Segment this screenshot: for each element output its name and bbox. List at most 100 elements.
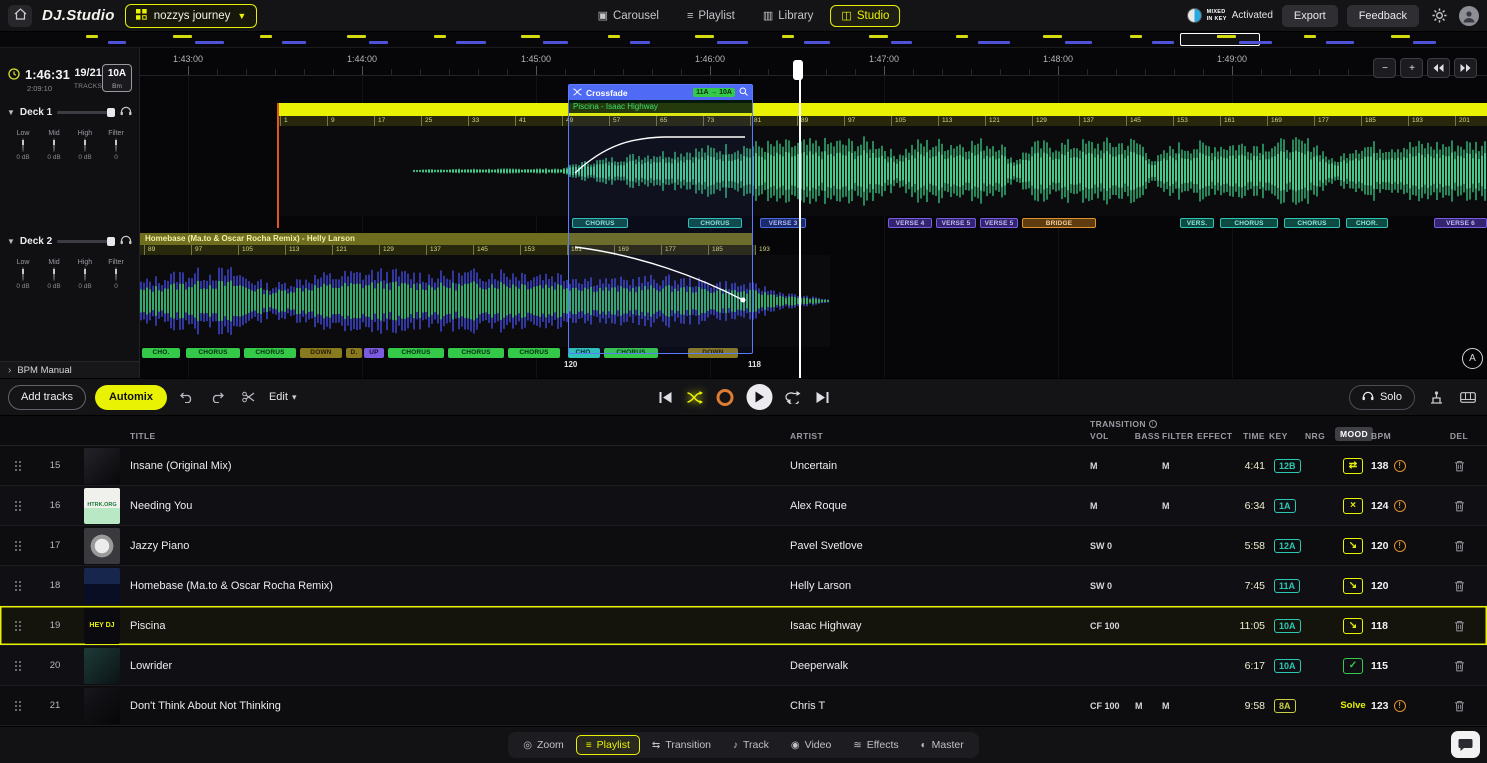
col-header-transition[interactable]: TRANSITION VOLBASS bbox=[1090, 419, 1162, 441]
feedback-button[interactable]: Feedback bbox=[1347, 5, 1419, 27]
eq-knob[interactable] bbox=[22, 138, 24, 152]
home-button[interactable] bbox=[8, 5, 32, 27]
dock-tab[interactable]: Zoom bbox=[513, 735, 574, 755]
filter-value[interactable]: M bbox=[1162, 701, 1197, 711]
timeline-ruler[interactable]: 1:43:001:44:001:45:001:46:001:47:001:48:… bbox=[140, 48, 1487, 76]
eq-knob[interactable] bbox=[115, 267, 117, 281]
bpm-warning-icon[interactable] bbox=[1394, 460, 1406, 472]
automix-transition-button[interactable] bbox=[686, 391, 703, 404]
drag-handle[interactable] bbox=[0, 700, 36, 712]
transition-vol-value[interactable]: SW 0 bbox=[1090, 581, 1135, 591]
timeline-minimap[interactable] bbox=[0, 32, 1487, 48]
col-header-filter[interactable]: FILTER bbox=[1162, 431, 1197, 441]
mood-icon[interactable]: ✓ bbox=[1343, 658, 1363, 674]
mood-icon[interactable]: × bbox=[1343, 498, 1363, 514]
delete-track-button[interactable] bbox=[1448, 575, 1470, 597]
bpm-manual-toggle[interactable]: › BPM Manual bbox=[0, 361, 139, 378]
deck2-volume-slider[interactable] bbox=[57, 240, 115, 243]
eq-knob[interactable] bbox=[53, 138, 55, 152]
undo-button[interactable] bbox=[176, 386, 198, 408]
playlist-row[interactable]: 17 Jazzy Piano Pavel Svetlove SW 0 5:58 … bbox=[0, 526, 1487, 566]
transition-vol-value[interactable]: M bbox=[1090, 461, 1135, 471]
export-button[interactable]: Export bbox=[1282, 5, 1338, 27]
col-header-nrg[interactable]: NRG bbox=[1305, 431, 1335, 441]
project-selector[interactable]: nozzys journey ▼ bbox=[125, 4, 258, 28]
split-scissors-button[interactable] bbox=[238, 386, 260, 408]
dock-tab[interactable]: Master bbox=[911, 735, 974, 755]
transition-bass-value[interactable]: M bbox=[1135, 701, 1162, 711]
segment-chip[interactable]: CHORUS bbox=[508, 348, 560, 358]
segment-chip[interactable]: CHORUS bbox=[186, 348, 240, 358]
col-header-title[interactable]: TITLE bbox=[130, 431, 790, 441]
segment-chip[interactable]: BRIDGE bbox=[1022, 218, 1096, 228]
playlist-row[interactable]: 20 Lowrider Deeperwalk 6:17 10A ✓ 115 bbox=[0, 646, 1487, 686]
drag-handle[interactable] bbox=[0, 460, 36, 472]
segment-chip[interactable]: VERSE 4 bbox=[888, 218, 932, 228]
delete-track-button[interactable] bbox=[1448, 455, 1470, 477]
deck1-track-bar[interactable] bbox=[278, 103, 1487, 116]
nav-item[interactable]: Library bbox=[752, 5, 825, 27]
playlist-row[interactable]: 18 Homebase (Ma.to & Oscar Rocha Remix) … bbox=[0, 566, 1487, 606]
mood-icon[interactable]: Solve bbox=[1338, 698, 1367, 714]
segment-chip[interactable]: D. bbox=[346, 348, 362, 358]
segment-chip[interactable]: VERSE 5 bbox=[980, 218, 1018, 228]
segment-chip[interactable]: CHORUS bbox=[448, 348, 504, 358]
transition-vol-value[interactable]: M bbox=[1090, 501, 1135, 511]
segment-chip[interactable]: DOWN bbox=[300, 348, 342, 358]
drag-handle[interactable] bbox=[0, 540, 36, 552]
eq-knob[interactable] bbox=[84, 138, 86, 152]
skip-back-button[interactable] bbox=[658, 391, 673, 404]
loop-button[interactable] bbox=[785, 391, 801, 404]
eq-knob[interactable] bbox=[115, 138, 117, 152]
dock-tab[interactable]: Effects bbox=[843, 735, 908, 755]
drag-handle[interactable] bbox=[0, 500, 36, 512]
user-avatar[interactable] bbox=[1459, 6, 1479, 26]
segment-chip[interactable]: CHORUS bbox=[388, 348, 444, 358]
crossfade-curves[interactable] bbox=[569, 113, 751, 353]
filter-value[interactable]: M bbox=[1162, 501, 1197, 511]
edit-menu-button[interactable]: Edit ▾ bbox=[269, 391, 297, 403]
drag-handle[interactable] bbox=[0, 620, 36, 632]
delete-track-button[interactable] bbox=[1448, 615, 1470, 637]
playlist-row[interactable]: 21 Don't Think About Not Thinking Chris … bbox=[0, 686, 1487, 726]
crossfade-region[interactable]: Crossfade 11A → 10A Piscina - Isaac High… bbox=[568, 84, 753, 354]
col-header-mood[interactable]: MOOD bbox=[1335, 427, 1373, 441]
segment-chip[interactable]: VERSE 5 bbox=[936, 218, 976, 228]
crossfade-zoom-icon[interactable] bbox=[739, 87, 748, 99]
seek-forward-button[interactable] bbox=[1454, 58, 1477, 78]
master-key-badge[interactable]: 10A Bm bbox=[102, 64, 132, 92]
eq-knob[interactable] bbox=[22, 267, 24, 281]
nav-item[interactable]: Carousel bbox=[587, 5, 670, 27]
col-header-artist[interactable]: ARTIST bbox=[790, 431, 1090, 441]
seek-backward-button[interactable] bbox=[1427, 58, 1450, 78]
mood-icon[interactable]: ↘ bbox=[1343, 578, 1363, 594]
segment-chip[interactable]: CHOR. bbox=[1346, 218, 1388, 228]
dock-tab[interactable]: Video bbox=[781, 735, 841, 755]
mood-icon[interactable]: ⇄ bbox=[1343, 458, 1363, 474]
drag-handle[interactable] bbox=[0, 580, 36, 592]
bpm-warning-icon[interactable] bbox=[1394, 540, 1406, 552]
settings-gear-icon[interactable] bbox=[1428, 5, 1450, 27]
crossfade-header[interactable]: Crossfade 11A → 10A bbox=[569, 85, 752, 100]
deck2-headphone-icon[interactable] bbox=[120, 235, 132, 248]
deck1-waveform[interactable] bbox=[278, 126, 1487, 216]
segment-chip[interactable]: VERSE 6 bbox=[1434, 218, 1487, 228]
col-header-key[interactable]: KEY bbox=[1269, 431, 1305, 441]
col-header-bpm[interactable]: BPM bbox=[1371, 431, 1431, 441]
bpm-warning-icon[interactable] bbox=[1394, 500, 1406, 512]
automix-button[interactable]: Automix bbox=[95, 385, 167, 410]
playlist-row[interactable]: 15 Insane (Original Mix) Uncertain M M 4… bbox=[0, 446, 1487, 486]
col-header-time[interactable]: TIME bbox=[1237, 431, 1269, 441]
zoom-out-button[interactable]: − bbox=[1373, 58, 1396, 78]
dock-tab[interactable]: Transition bbox=[642, 735, 721, 755]
dock-tab[interactable]: Playlist bbox=[576, 735, 640, 755]
transition-vol-value[interactable]: CF 100 bbox=[1090, 701, 1135, 711]
stems-icon[interactable] bbox=[1425, 386, 1447, 408]
segment-chip[interactable]: CHORUS bbox=[1220, 218, 1278, 228]
keyboard-icon[interactable] bbox=[1457, 386, 1479, 408]
delete-track-button[interactable] bbox=[1448, 495, 1470, 517]
segment-chip[interactable]: CHORUS bbox=[1284, 218, 1340, 228]
delete-track-button[interactable] bbox=[1448, 695, 1470, 717]
playhead-handle[interactable] bbox=[793, 60, 803, 80]
deck1-volume-slider[interactable] bbox=[57, 111, 115, 114]
